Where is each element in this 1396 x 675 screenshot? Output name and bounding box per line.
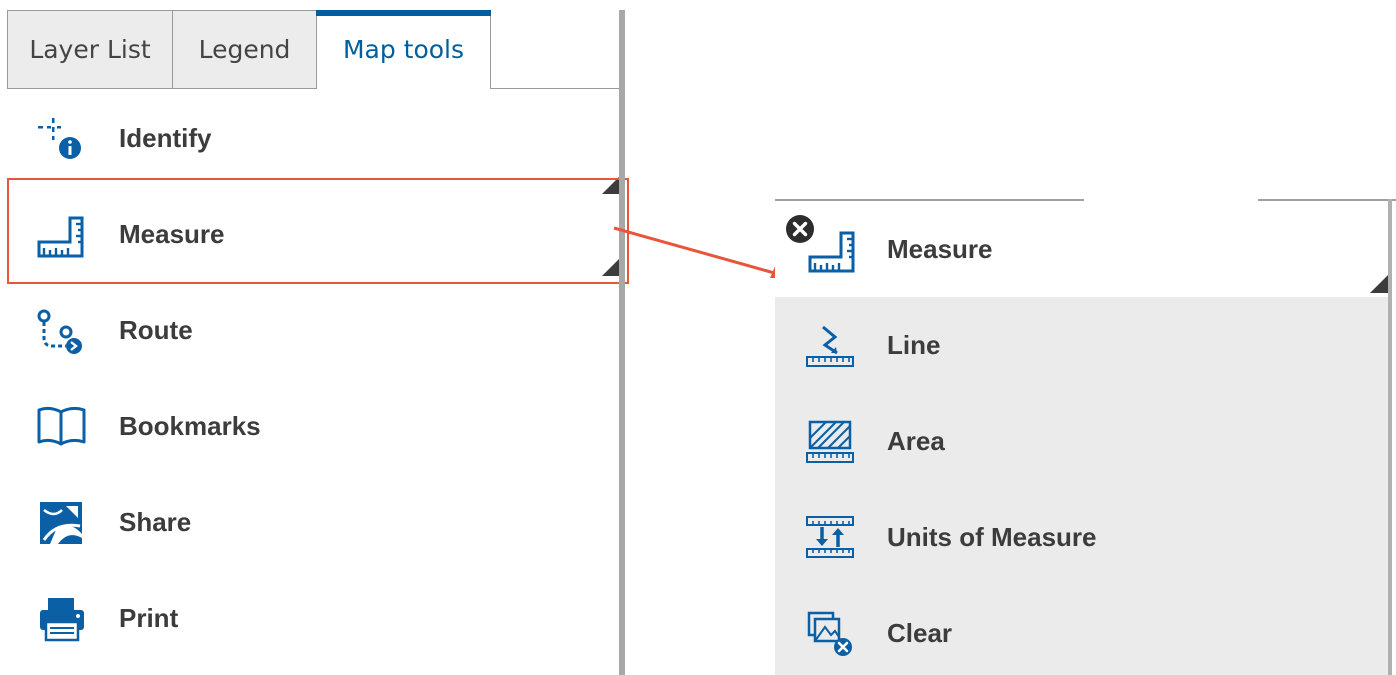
tool-label: Print (119, 603, 179, 633)
measure-item-label: Clear (887, 618, 953, 648)
tool-label: Route (119, 315, 193, 345)
tool-share[interactable]: Share (10, 474, 620, 570)
panel-border-right (1388, 199, 1392, 675)
measure-icon (808, 231, 855, 273)
tool-label: Measure (119, 219, 225, 249)
tab-legend[interactable]: Legend (172, 10, 317, 89)
tool-identify[interactable]: Identify (10, 90, 620, 194)
tool-label: Identify (119, 123, 212, 153)
tab-label: Legend (198, 35, 291, 64)
map-tools-panel: Layer List Legend Map tools Identify Mea… (0, 0, 629, 675)
measure-line-item[interactable]: Line (775, 297, 1388, 393)
share-icon (40, 502, 82, 544)
measure-item-label: Area (887, 426, 945, 456)
tab-label: Map tools (342, 35, 465, 64)
measure-item-label: Units of Measure (887, 522, 1097, 552)
clear-item[interactable]: Clear (775, 585, 1388, 675)
tab-map-tools[interactable]: Map tools (316, 10, 491, 89)
tool-route[interactable]: Route (10, 282, 620, 378)
identify-icon (38, 118, 81, 159)
tool-measure[interactable]: Measure (10, 186, 620, 282)
units-of-measure-icon (806, 516, 854, 558)
tool-label: Bookmarks (119, 411, 261, 441)
measure-submenu: Line Area Units of Measure Clear (775, 297, 1388, 675)
tab-label: Layer List (29, 35, 151, 64)
tool-bookmarks[interactable]: Bookmarks (10, 378, 620, 474)
flyout-indicator-icon (1370, 275, 1388, 293)
print-icon (40, 598, 84, 642)
tool-label: Share (119, 507, 192, 537)
units-of-measure-item[interactable]: Units of Measure (775, 489, 1388, 585)
measure-line-icon (806, 325, 854, 367)
measure-icon (37, 216, 84, 258)
measure-panel-title: Measure (887, 234, 993, 264)
tab-layer-list[interactable]: Layer List (7, 10, 173, 89)
route-icon (37, 309, 82, 354)
measure-panel-header[interactable]: Measure (775, 201, 1388, 297)
measure-item-label: Line (887, 330, 941, 360)
measure-area-icon (806, 420, 854, 463)
bookmarks-icon (37, 406, 86, 446)
panel-divider (619, 10, 625, 675)
measure-area-item[interactable]: Area (775, 393, 1388, 489)
clear-icon (807, 611, 852, 656)
tab-divider (490, 88, 620, 89)
tool-print[interactable]: Print (10, 570, 620, 666)
callout-arrow-icon (613, 226, 788, 278)
